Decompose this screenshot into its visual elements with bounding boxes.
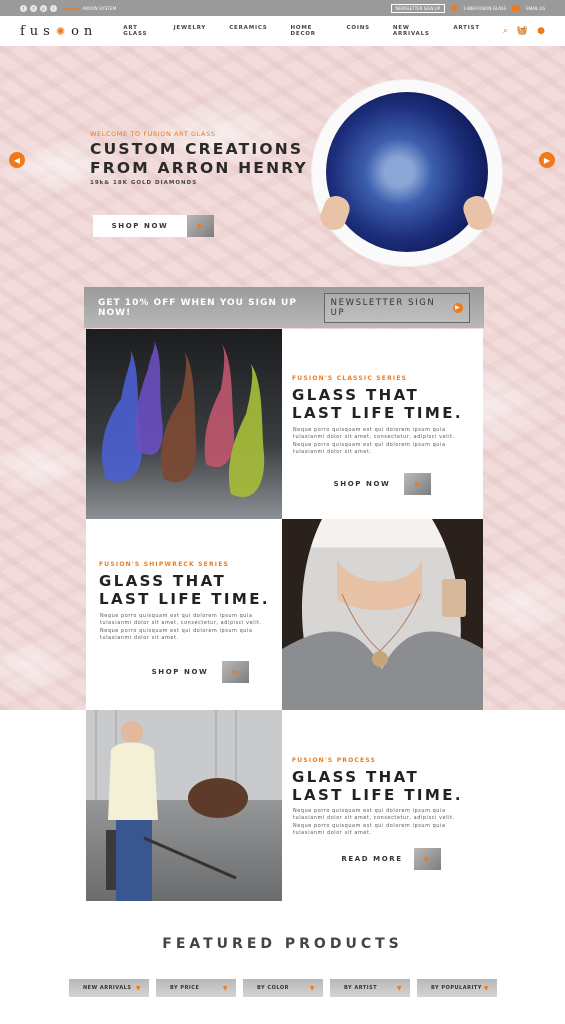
glass-vases-illustration	[101, 341, 265, 498]
filter-new-arrivals[interactable]: NEW ARRIVALS ▼	[69, 979, 149, 997]
signup-newsletter-button[interactable]: NEWSLETTER SIGN UP ▶	[323, 292, 470, 323]
hero-subtitle: 19k& 18K GOLD DIAMONDS	[90, 180, 198, 186]
hero-prev-arrow[interactable]: ◀	[9, 152, 25, 168]
pinterest-icon[interactable]: p	[40, 4, 47, 12]
section-classic-title-line2: LAST LIFE TIME.	[292, 404, 463, 422]
section-shipwreck-kicker: FUSION'S SHIPWRECK SERIES	[99, 561, 230, 568]
section-shipwreck-title: GLASS THAT LAST LIFE TIME.	[99, 572, 270, 608]
mail-icon	[512, 5, 521, 11]
chevron-down-icon: ▼	[222, 984, 228, 992]
section-classic-shop-button[interactable]: SHOP NOW ▶	[320, 473, 431, 495]
hero-glass-plate-image	[312, 80, 502, 266]
section-process-title-line2: LAST LIFE TIME.	[292, 786, 463, 804]
glass-vases-image	[86, 329, 282, 519]
chevron-down-icon: ▼	[135, 984, 141, 992]
play-icon: ▶	[404, 473, 431, 495]
nav-menu: ART GLASS JEWELRY CERAMICS HOME DECOR CO…	[123, 25, 503, 37]
artist-workshop-image	[86, 710, 282, 901]
hero-kicker: WELCOME TO FUSION ART GLASS	[90, 130, 216, 138]
nav-item-ceramics[interactable]: CERAMICS	[229, 25, 267, 37]
logo-text-start: fus	[20, 23, 55, 39]
twitter-icon[interactable]: t	[30, 4, 37, 12]
filter-by-popularity[interactable]: BY POPULARITY ▼	[417, 979, 497, 997]
filter-label: BY COLOR	[257, 985, 289, 991]
play-icon: ▶	[222, 661, 249, 683]
nav-item-jewelry[interactable]: JEWELRY	[174, 25, 207, 37]
social-links: f t p i	[20, 4, 57, 12]
sun-icon: ✺	[55, 24, 71, 38]
chevron-down-icon: ▼	[396, 984, 402, 992]
topbar-tagline: ▬▬▬▬ ARRON SYSTEM	[65, 6, 116, 11]
filter-label: BY ARTIST	[344, 985, 378, 991]
featured-filters: NEW ARRIVALS ▼ BY PRICE ▼ BY COLOR ▼ BY ART…	[69, 979, 497, 997]
main-nav: fus ✺ on ART GLASS JEWELRY CERAMICS HOME D…	[0, 16, 565, 46]
section-process-title: GLASS THAT LAST LIFE TIME.	[292, 768, 463, 804]
section-shipwreck-body: Neque porro quisquam est qui dolorem ips…	[100, 613, 262, 641]
signup-banner: GET 10% OFF WHEN YOU SIGN UP NOW! NEWSLE…	[84, 287, 484, 328]
filter-by-artist[interactable]: BY ARTIST ▼	[330, 979, 410, 997]
section-shipwreck-title-line1: GLASS THAT	[99, 572, 227, 590]
section-classic-button-label: SHOP NOW	[320, 473, 404, 495]
section-classic-kicker: FUSION'S CLASSIC SERIES	[292, 375, 408, 382]
play-icon: ▶	[414, 848, 441, 870]
utility-bar: f t p i ▬▬▬▬ ARRON SYSTEM NEWSLETTER SIG…	[0, 0, 565, 16]
section-shipwreck-button-label: SHOP NOW	[138, 661, 222, 683]
hero-title-line2: FROM ARRON HENRY	[90, 159, 308, 177]
artist-workshop-illustration	[86, 710, 282, 901]
account-icon[interactable]: ●	[537, 26, 545, 36]
blue-glass-plate	[326, 92, 488, 252]
hero-shop-button[interactable]: SHOP NOW ▶	[93, 215, 214, 237]
section-process-title-line1: GLASS THAT	[292, 768, 420, 786]
section-shipwreck-title-line2: LAST LIFE TIME.	[99, 590, 270, 608]
logo[interactable]: fus ✺ on	[20, 24, 97, 39]
necklace-model-image	[282, 519, 483, 710]
instagram-icon[interactable]: i	[50, 4, 57, 12]
arrow-right-icon: ▶	[453, 302, 463, 313]
phone-icon	[451, 5, 458, 11]
chevron-down-icon: ▼	[483, 984, 489, 992]
signup-text: GET 10% OFF WHEN YOU SIGN UP NOW!	[98, 297, 297, 318]
cart-icon[interactable]: 🧺	[517, 26, 528, 36]
filter-label: BY PRICE	[170, 985, 200, 991]
featured-products-title: FEATURED PRODUCTS	[162, 936, 403, 952]
topbar-phone[interactable]: 1-888-FUSION-GLASS	[463, 6, 506, 11]
play-icon: ▶	[187, 215, 214, 237]
chevron-down-icon: ▼	[309, 984, 315, 992]
search-icon[interactable]: ⌕	[503, 26, 508, 36]
hero-shop-label: SHOP NOW	[93, 215, 187, 237]
necklace-model-illustration	[282, 519, 483, 710]
filter-by-color[interactable]: BY COLOR ▼	[243, 979, 323, 997]
nav-item-artist[interactable]: ARTIST	[453, 25, 480, 37]
topbar-dash: ▬▬▬▬	[65, 5, 83, 11]
facebook-icon[interactable]: f	[20, 4, 27, 12]
nav-item-art-glass[interactable]: ART GLASS	[123, 25, 150, 37]
section-classic-title-line1: GLASS THAT	[292, 386, 420, 404]
section-process-button-label: READ MORE	[330, 848, 414, 870]
filter-label: BY POPULARITY	[431, 985, 482, 991]
hero-title-line1: CUSTOM CREATIONS	[90, 140, 304, 158]
logo-text-end: on	[71, 23, 98, 39]
filter-by-price[interactable]: BY PRICE ▼	[156, 979, 236, 997]
section-process-read-more-button[interactable]: READ MORE ▶	[330, 848, 441, 870]
nav-item-coins[interactable]: COINS	[347, 25, 370, 37]
filter-label: NEW ARRIVALS	[83, 985, 132, 991]
section-classic-title: GLASS THAT LAST LIFE TIME.	[292, 386, 463, 422]
hero-title: CUSTOM CREATIONS FROM ARRON HENRY	[90, 140, 320, 178]
section-shipwreck-shop-button[interactable]: SHOP NOW ▶	[138, 661, 249, 683]
tagline-text: ARRON SYSTEM	[82, 5, 117, 11]
section-process-body: Neque porro quisquam est qui dolorem ips…	[293, 808, 455, 836]
hero-next-arrow[interactable]: ▶	[539, 152, 555, 168]
section-process-panel	[282, 710, 483, 901]
section-process-kicker: FUSION'S PROCESS	[292, 757, 377, 764]
section-classic-body: Neque porro quisquam est qui dolorem ips…	[293, 427, 455, 455]
nav-item-home-decor[interactable]: HOME DECOR	[291, 25, 324, 37]
nav-item-new-arrivals[interactable]: NEW ARRIVALS	[393, 25, 430, 37]
topbar-email[interactable]: EMAIL US	[526, 6, 545, 11]
signup-button-label: NEWSLETTER SIGN UP	[330, 297, 436, 318]
topbar-newsletter-button[interactable]: NEWSLETTER SIGN UP	[390, 3, 446, 13]
